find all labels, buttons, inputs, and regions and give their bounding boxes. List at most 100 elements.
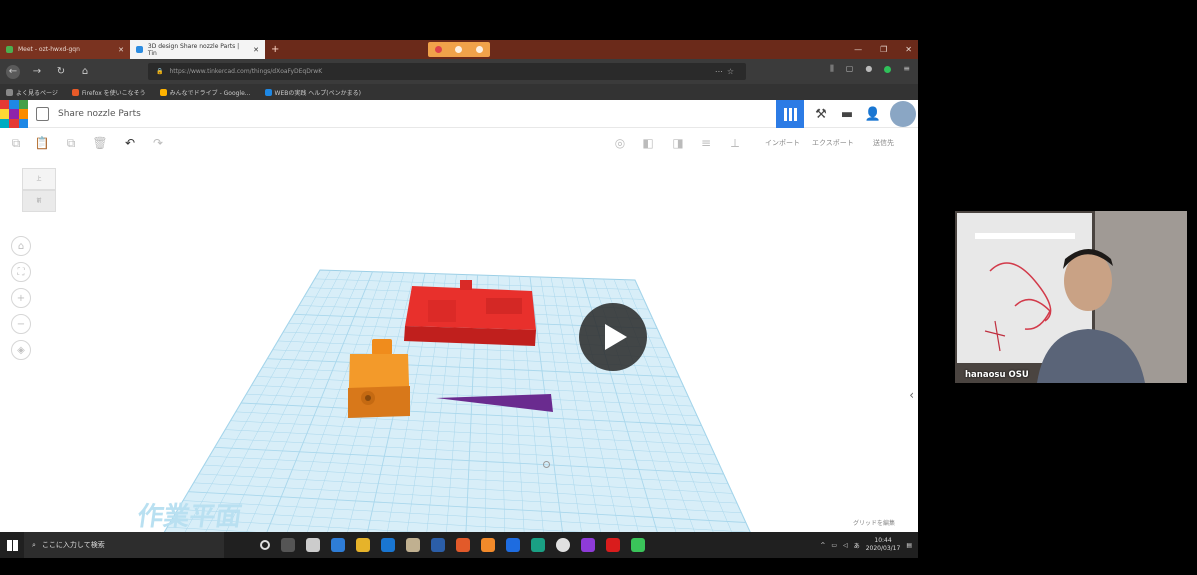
- lock-icon: 🔒: [156, 68, 164, 75]
- note-pin-icon[interactable]: ◎: [612, 135, 628, 151]
- home-icon[interactable]: ⌂: [78, 65, 92, 79]
- undo-icon[interactable]: ↶: [122, 135, 138, 151]
- bookmarks-bar: よく見るページ Firefox を使いこなそう みんなでドライブ - Googl…: [0, 84, 918, 100]
- close-tab-icon[interactable]: ✕: [253, 46, 259, 54]
- view-cube-front[interactable]: 前: [22, 190, 56, 212]
- share-indicator-icon: [434, 46, 442, 53]
- meet-favicon-icon: [6, 46, 13, 53]
- taskbar-apps: [260, 538, 645, 552]
- tinkercad-favicon-icon: [136, 46, 143, 53]
- bookmark-item[interactable]: Firefox を使いこなそう: [71, 88, 146, 97]
- close-window-icon[interactable]: ✕: [905, 45, 912, 54]
- store-icon[interactable]: [406, 538, 420, 552]
- snap-grid-label[interactable]: グリッドを編集: [853, 518, 895, 527]
- tray-chevron-icon[interactable]: ^: [820, 542, 825, 549]
- browser-tab-bar: Meet - ozt-hwxd-gqn ✕ 3D design Share no…: [0, 40, 918, 59]
- perspective-icon[interactable]: ◈: [11, 340, 31, 360]
- task-view-icon[interactable]: [281, 538, 295, 552]
- app-icon[interactable]: [331, 538, 345, 552]
- account-icon[interactable]: ●: [865, 64, 872, 74]
- system-tray: ^ ▭ ◁ あ 10:44 2020/03/17 ▤: [820, 532, 912, 558]
- build-hammer-icon[interactable]: ⚒: [812, 105, 830, 123]
- send-to-button[interactable]: 送信先: [873, 138, 894, 148]
- taskbar-search[interactable]: ⌕ ここに入力して検索: [24, 532, 224, 558]
- fit-view-icon[interactable]: ⛶: [11, 262, 31, 282]
- ungroup-icon[interactable]: ◨: [670, 135, 686, 151]
- bookmark-item[interactable]: よく見るページ: [6, 88, 58, 97]
- menu-hamburger-icon[interactable]: ≡: [903, 64, 910, 74]
- add-user-icon[interactable]: 👤: [864, 105, 882, 123]
- notepad-icon[interactable]: [306, 538, 320, 552]
- workplane-canvas[interactable]: 作業平面: [0, 158, 918, 532]
- tinkercad-logo[interactable]: [0, 100, 28, 128]
- line-icon[interactable]: [631, 538, 645, 552]
- cortana-icon[interactable]: [260, 540, 270, 550]
- sidebar-toggle-icon[interactable]: ‹: [909, 388, 914, 402]
- zoom-out-icon[interactable]: −: [11, 314, 31, 334]
- app-red-icon[interactable]: [606, 538, 620, 552]
- bookmark-item[interactable]: WEBの実践 ヘルプ(ペンかまる): [264, 88, 361, 97]
- participant-video: [955, 211, 1187, 383]
- back-arrow-icon[interactable]: ←: [6, 64, 20, 79]
- avatar[interactable]: [890, 101, 916, 127]
- trash-icon[interactable]: 🗑: [92, 135, 108, 151]
- edge-icon[interactable]: [506, 538, 520, 552]
- browser-nav-bar: ← → ↻ ⌂ 🔒 https://www.tinkercad.com/thin…: [0, 59, 918, 84]
- taskbar-search-placeholder: ここに入力して検索: [41, 541, 105, 549]
- 3d-view-button[interactable]: [776, 100, 804, 128]
- view-cube-top[interactable]: 上: [22, 168, 56, 190]
- reload-icon[interactable]: ↻: [54, 65, 68, 79]
- extension-status-icon[interactable]: [884, 66, 892, 73]
- tab-tinkercad[interactable]: 3D design Share nozzle Parts | Tin ✕: [130, 40, 265, 59]
- view-cube[interactable]: 上 前: [18, 168, 58, 214]
- import-button[interactable]: インポート: [765, 138, 800, 148]
- minimize-icon[interactable]: —: [854, 45, 862, 54]
- bookmark-item[interactable]: みんなでドライブ - Google...: [159, 88, 251, 97]
- network-icon[interactable]: ▭: [831, 542, 837, 549]
- volume-icon[interactable]: ◁: [843, 542, 848, 549]
- address-bar[interactable]: 🔒 https://www.tinkercad.com/things/dXoaF…: [148, 63, 746, 80]
- app-green-icon[interactable]: [531, 538, 545, 552]
- firefox-dev-icon[interactable]: [481, 538, 495, 552]
- design-list-icon[interactable]: [36, 107, 49, 121]
- sidebar-icon[interactable]: ▢: [846, 64, 854, 74]
- restore-icon[interactable]: ❐: [880, 45, 887, 54]
- chrome-icon[interactable]: [556, 538, 570, 552]
- tab-tinkercad-label: 3D design Share nozzle Parts | Tin: [147, 42, 240, 57]
- mail-icon[interactable]: [381, 538, 395, 552]
- home-view-icon[interactable]: ⌂: [11, 236, 31, 256]
- screen-share-indicator[interactable]: [428, 42, 490, 57]
- redo-icon[interactable]: ↷: [150, 135, 166, 151]
- app-purple-icon[interactable]: [581, 538, 595, 552]
- ime-icon[interactable]: あ: [854, 541, 860, 550]
- copy-icon[interactable]: ⧉: [8, 135, 24, 151]
- firefox-icon[interactable]: [456, 538, 470, 552]
- align-icon[interactable]: ≡: [698, 135, 714, 151]
- new-tab-plus-icon[interactable]: +: [265, 44, 285, 55]
- word-icon[interactable]: [431, 538, 445, 552]
- duplicate-icon[interactable]: ⧉: [63, 135, 79, 151]
- page-actions-icon[interactable]: ⋯☆: [715, 67, 738, 76]
- design-title[interactable]: Share nozzle Parts: [58, 109, 141, 119]
- tab-meet[interactable]: Meet - ozt-hwxd-gqn ✕: [0, 40, 130, 59]
- video-play-button[interactable]: [579, 303, 647, 371]
- bricks-icon[interactable]: ▬: [838, 105, 856, 123]
- mirror-icon[interactable]: ⟂: [727, 135, 743, 151]
- 3d-workspace[interactable]: 作業平面 上 前 ⌂ ⛶ + − ◈ ‹ グリッドを編集: [0, 158, 918, 532]
- start-button[interactable]: [0, 532, 24, 558]
- library-icon[interactable]: ⫼: [830, 64, 834, 74]
- paste-icon[interactable]: 📋: [34, 135, 50, 151]
- windows-taskbar: ⌕ ここに入力して検索 ^ ▭ ◁ あ 10:44 2020/03/17 ▤: [0, 532, 918, 558]
- group-icon[interactable]: ◧: [640, 135, 656, 151]
- mic-indicator-icon: [455, 46, 463, 53]
- taskbar-clock[interactable]: 10:44 2020/03/17: [866, 537, 901, 553]
- notification-icon[interactable]: ▤: [906, 542, 912, 549]
- window-controls: — ❐ ✕: [854, 40, 912, 59]
- workplane-label: 作業平面: [135, 502, 243, 532]
- export-button[interactable]: エクスポート: [812, 138, 854, 148]
- forward-arrow-icon[interactable]: →: [30, 65, 44, 79]
- close-tab-icon[interactable]: ✕: [118, 46, 124, 54]
- zoom-in-icon[interactable]: +: [11, 288, 31, 308]
- explorer-icon[interactable]: [356, 538, 370, 552]
- shared-screen: Meet - ozt-hwxd-gqn ✕ 3D design Share no…: [0, 40, 918, 558]
